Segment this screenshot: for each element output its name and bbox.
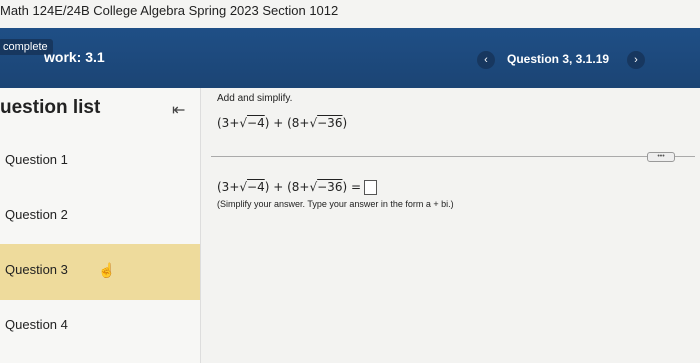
homework-title: work: 3.1 [44, 49, 105, 65]
expr-radicand: −4 [247, 116, 265, 130]
expr-part: ) + (8+√ [264, 116, 318, 130]
next-question-button[interactable]: › [627, 51, 645, 69]
question-navigator: ‹ Question 3, 3.1.19 › [477, 49, 645, 71]
problem-expression: (3+√−4) + (8+√−36) [217, 116, 347, 130]
question-list-item-label: Question 1 [5, 152, 68, 167]
course-title: Math 124E/24B College Algebra Spring 202… [0, 3, 339, 18]
collapse-sidebar-icon[interactable]: ⇤ [172, 100, 185, 120]
problem-instruction: Add and simplify. [217, 93, 293, 104]
answer-part: ) = [342, 180, 362, 194]
expr-part: (3+√ [217, 116, 248, 130]
previous-question-button[interactable]: ‹ [477, 51, 495, 69]
answer-expression: (3+√−4) + (8+√−36) = [217, 180, 378, 195]
question-list-item-label: Question 2 [5, 207, 68, 222]
expr-radicand: −36 [317, 116, 343, 130]
expr-part: ) [342, 116, 348, 130]
question-list-item-label: Question 3 [5, 262, 68, 277]
hand-pointer-icon: ☝ [98, 262, 116, 278]
more-options-button[interactable]: ••• [647, 152, 675, 162]
answer-input[interactable] [364, 180, 378, 195]
answer-radicand: −36 [317, 180, 343, 194]
answer-radicand: −4 [247, 180, 265, 194]
question-list-item-active[interactable]: Question 3 ☝ [0, 244, 200, 300]
homework-bar: complete work: 3.1 ‹ Question 3, 3.1.19 … [0, 28, 700, 88]
question-list-item[interactable]: Question 1 [0, 134, 200, 190]
question-list-item[interactable]: Question 4 [0, 299, 200, 355]
question-label[interactable]: Question 3, 3.1.19 [507, 52, 609, 66]
question-list-title: uestion list [0, 97, 101, 118]
question-list-item-label: Question 4 [5, 317, 68, 332]
course-header: Math 124E/24B College Algebra Spring 202… [0, 0, 700, 28]
question-list-sidebar: uestion list ⇤ Question 1 Question 2 Que… [0, 88, 201, 363]
divider [211, 156, 695, 157]
answer-hint: (Simplify your answer. Type your answer … [217, 199, 454, 209]
question-panel: Add and simplify. (3+√−4) + (8+√−36) •••… [201, 88, 700, 363]
answer-part: (3+√ [217, 180, 248, 194]
answer-part: ) + (8+√ [264, 180, 318, 194]
question-list-item[interactable]: Question 2 [0, 189, 200, 245]
